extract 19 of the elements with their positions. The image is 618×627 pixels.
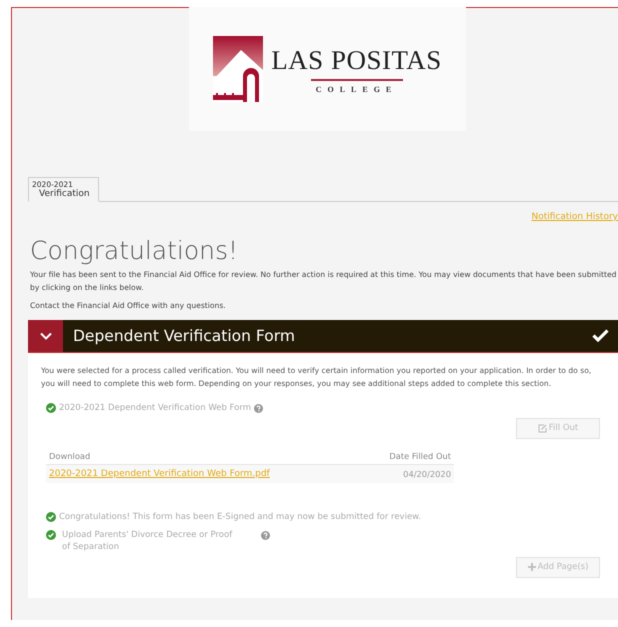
logo-icon [213, 36, 264, 102]
step-label: 2020-2021 Dependent Verification Web Form [59, 402, 251, 414]
page-heading: Congratulations! [30, 236, 240, 265]
table-cell: 04/20/2020 [403, 468, 451, 478]
panel-title: Dependent Verification Form [72, 326, 296, 344]
college-name: LAS POSITAS [271, 44, 442, 76]
college-subtitle: COLLEGE [316, 84, 398, 94]
chevron-down-icon [40, 332, 52, 340]
help-icon[interactable] [261, 530, 270, 540]
notification-history-link[interactable]: Notification History [531, 212, 618, 222]
file-link[interactable]: 2020-2021 Dependent Verification Web Form.pdf [49, 468, 270, 478]
edit-icon [538, 424, 547, 432]
help-icon[interactable] [254, 404, 263, 412]
plus-icon [528, 563, 536, 571]
collapse-toggle[interactable] [28, 320, 63, 352]
step-label: Upload Parents' Divorce Decree or Proof of Separation [62, 528, 234, 552]
step-label: Congratulations! This form has been E-Signed and may now be submitted for review. [59, 510, 422, 522]
column-header: Date Filled Out [389, 450, 451, 460]
column-header: Download [49, 450, 90, 460]
